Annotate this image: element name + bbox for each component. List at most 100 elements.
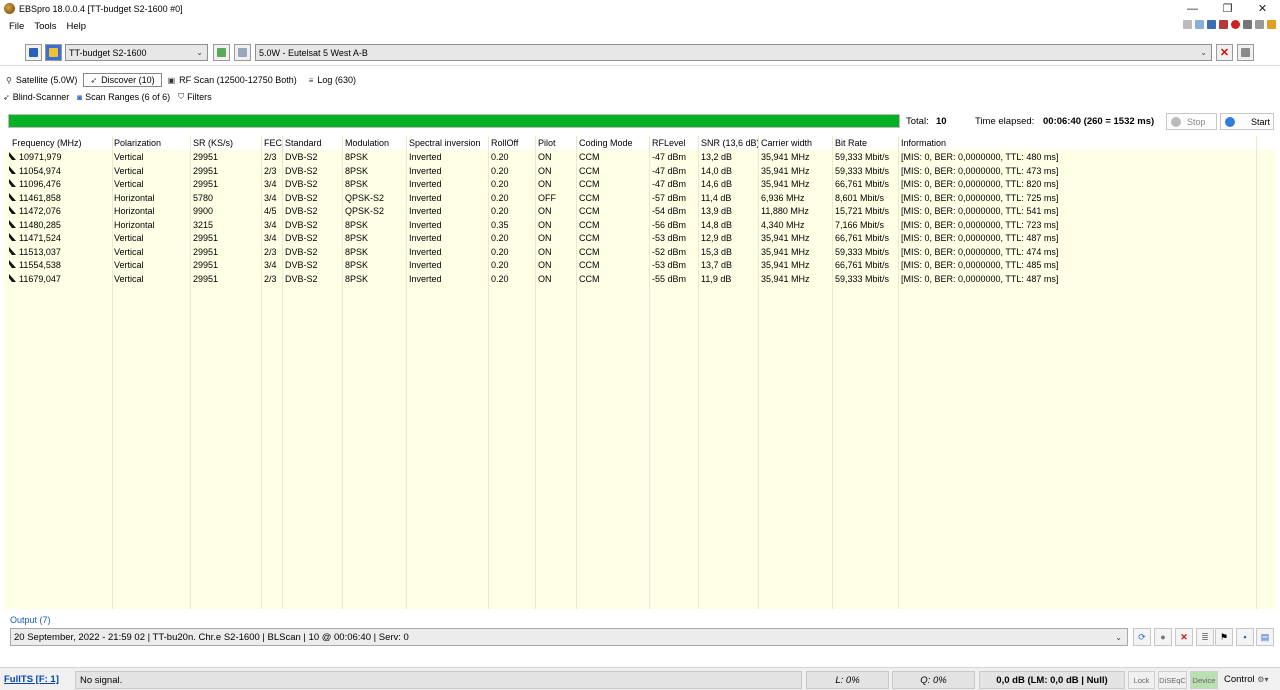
list-icon[interactable] [1243,20,1252,29]
table-cell: ON [538,206,552,216]
close-button[interactable]: ✕ [1245,0,1280,17]
output-select[interactable]: 20 September, 2022 - 21:59 02 | TT-bu20n… [10,628,1128,646]
column-header[interactable]: Information [901,138,946,148]
tab-rf-scan[interactable]: ▣ RF Scan (12500-12750 Both) [162,73,303,87]
column-header[interactable]: Bit Rate [835,138,867,148]
subtab-blind-scanner[interactable]: ➶ Blind-Scanner [0,90,72,104]
delete-output-button[interactable]: ✕ [1175,628,1193,646]
menu-tools[interactable]: Tools [29,21,61,32]
table-cell: 0.20 [491,179,509,189]
device-select[interactable]: TT-budget S2-1600 ⌄ [65,44,208,61]
table-row[interactable]: 11471,524 Vertical 29951 3/4 DVB-S2 8PSK Inver… [4,231,1276,244]
tools-icon[interactable] [1267,20,1276,29]
subtab-scan-ranges[interactable]: ◙ Scan Ranges (6 of 6) [74,90,173,104]
table-cell: 3/4 [264,260,277,270]
status-button[interactable]: ● [1154,628,1172,646]
chart-icon[interactable] [1219,20,1228,29]
refresh-icon: ⟳ [1138,631,1146,642]
device-lock-button[interactable] [45,44,62,61]
table-cell: 14,8 dB [701,219,733,230]
table-cell: 13,9 dB [701,206,733,216]
column-header[interactable]: RollOff [491,138,518,148]
table-row[interactable]: 11513,037 Vertical 29951 2/3 DVB-S2 8PSK Inver… [4,245,1276,258]
tab-log[interactable]: ≡ Log (630) [303,73,362,87]
save-output-button[interactable]: ▪ [1236,628,1254,646]
tab-satellite[interactable]: ⚲ Satellite (5.0W) [0,73,83,87]
table-cell: DVB-S2 [285,273,318,284]
satellite-settings-button[interactable] [234,44,251,61]
list-button[interactable]: ≣ [1196,628,1214,646]
save-icon[interactable] [1207,20,1216,29]
satellite-select[interactable]: 5.0W - Eutelsat 5 West A-B ⌄ [255,44,1212,61]
column-header[interactable]: Coding Mode [579,138,633,148]
table-row[interactable]: 11679,047 Vertical 29951 2/3 DVB-S2 8PSK Inver… [4,272,1276,285]
stop-icon [1171,116,1181,127]
table-cell: [MIS: 0, BER: 0,0000000, TTL: 474 ms] [901,246,1059,257]
table-cell: [MIS: 0, BER: 0,0000000, TTL: 480 ms] [901,152,1059,162]
refresh-button[interactable]: ⟳ [1133,628,1151,646]
menu-help[interactable]: Help [62,21,92,32]
control-menu[interactable]: Control ⚙▾ [1224,674,1268,685]
table-cell: Vertical [114,260,144,270]
remove-button[interactable]: ✕ [1216,44,1233,61]
scan-progress-fill [9,115,899,127]
sub-tabs: ➶ Blind-Scanner ◙ Scan Ranges (6 of 6) ⛉… [0,90,215,104]
column-header[interactable]: Modulation [345,138,389,148]
column-header[interactable]: Carrier width [761,138,812,148]
table-row[interactable]: 11554,538 Vertical 29951 3/4 DVB-S2 8PSK Inver… [4,258,1276,271]
minimize-button[interactable]: — [1175,0,1210,17]
table-cell: Vertical [114,246,144,257]
dish-icon[interactable] [1195,20,1204,29]
column-header[interactable]: Standard [285,138,322,148]
start-button[interactable]: Start [1220,113,1274,130]
table-cell: 10971,979 [19,152,62,162]
table-cell: 0.20 [491,152,509,162]
table-row[interactable]: 11480,285 Horizontal 3215 3/4 DVB-S2 8PSK Inve… [4,218,1276,231]
satellite-icon: ⚲ [6,75,12,85]
table-row[interactable]: 10971,979 Vertical 29951 2/3 DVB-S2 8PSK Inver… [4,150,1276,163]
export-button[interactable]: ▤ [1256,628,1274,646]
table-cell: 4,340 MHz [761,219,805,230]
table-row[interactable]: 11472,076 Horizontal 9900 4/5 DVB-S2 QPSK-S2 I… [4,204,1276,217]
zoom-icon[interactable] [1183,20,1192,29]
table-cell: 0.20 [491,260,509,270]
column-header[interactable]: Spectral inversion [409,138,481,148]
stop-button[interactable]: Stop [1166,113,1217,130]
device-info-button[interactable] [25,44,42,61]
tab-discover[interactable]: ➶ Discover (10) [83,73,162,87]
table-cell: ON [538,233,552,243]
table-cell: 2/3 [264,152,277,162]
table-cell: DVB-S2 [285,246,318,257]
table-row[interactable]: 11461,858 Horizontal 5780 3/4 DVB-S2 QPSK-S2 I… [4,191,1276,204]
column-header[interactable]: Frequency (MHz) [12,138,82,148]
column-header[interactable]: Polarization [114,138,161,148]
table-cell: CCM [579,179,600,189]
column-header[interactable]: FEC [264,138,282,148]
column-header[interactable]: Pilot [538,138,556,148]
fullts-link[interactable]: FullTS [F: 1] [4,674,59,685]
flag-button[interactable]: ⚑ [1215,628,1233,646]
column-header[interactable]: RFLevel [652,138,686,148]
table-cell: 0.20 [491,246,509,257]
column-header[interactable]: SR (KS/s) [193,138,233,148]
column-header[interactable]: SNR (13,6 dB) [701,138,760,148]
list-icon: ≣ [1201,631,1209,642]
table-row[interactable]: 11054,974 Vertical 29951 2/3 DVB-S2 8PSK Inver… [4,164,1276,177]
add-channel-button[interactable] [213,44,230,61]
table-cell: 11554,538 [19,260,61,270]
speaker-icon[interactable] [1255,20,1264,29]
subtab-filters[interactable]: ⛉ Filters [175,90,215,104]
results-grid[interactable]: Frequency (MHz) Polarization SR (KS/s) FEC S… [4,136,1276,609]
grid-header: Frequency (MHz) Polarization SR (KS/s) FEC S… [4,136,1276,150]
record-icon[interactable] [1231,20,1240,29]
chevron-down-icon: ⌄ [196,48,203,57]
menu-file[interactable]: File [0,21,29,32]
table-row[interactable]: 11096,476 Vertical 29951 3/4 DVB-S2 8PSK Inver… [4,177,1276,190]
tab-label: Discover (10) [101,75,155,85]
table-cell: 12,9 dB [701,233,733,243]
save-button[interactable] [1237,44,1254,61]
table-cell: [MIS: 0, BER: 0,0000000, TTL: 725 ms] [901,192,1059,203]
blind-scanner-icon: ➶ [3,92,10,102]
subtab-label: Blind-Scanner [12,92,70,102]
restore-button[interactable]: ❐ [1210,0,1245,17]
